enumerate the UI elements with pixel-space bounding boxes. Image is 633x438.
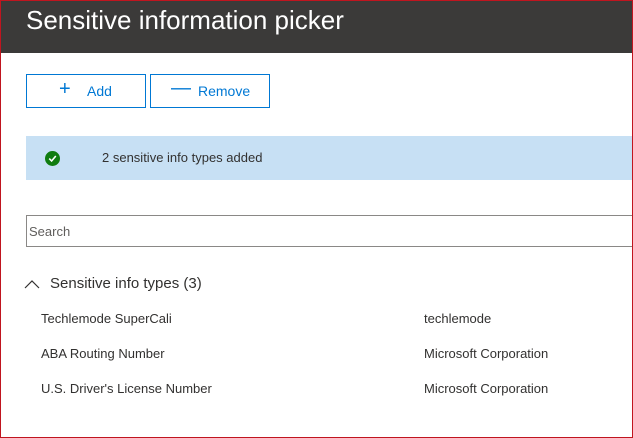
add-button[interactable]: + Add — [26, 74, 146, 108]
remove-button-label: Remove — [198, 83, 251, 99]
check-circle-icon — [45, 151, 60, 166]
chevron-up-icon — [24, 276, 40, 294]
status-banner: 2 sensitive info types added — [26, 136, 633, 180]
list-item[interactable]: Techlemode SuperCali techlemode — [0, 306, 633, 334]
minus-icon: — — [171, 77, 191, 99]
item-name: U.S. Driver's License Number — [41, 381, 212, 396]
search-input[interactable] — [26, 215, 633, 247]
item-name: Techlemode SuperCali — [41, 311, 172, 326]
item-name: ABA Routing Number — [41, 346, 165, 361]
remove-button[interactable]: — Remove — [150, 74, 270, 108]
status-banner-text: 2 sensitive info types added — [102, 150, 263, 165]
title-bar: Sensitive information picker — [0, 0, 633, 53]
item-publisher: techlemode — [424, 311, 492, 326]
item-publisher: Microsoft Corporation — [424, 381, 549, 396]
plus-icon: + — [59, 78, 71, 100]
item-publisher: Microsoft Corporation — [424, 346, 549, 361]
page-title: Sensitive information picker — [26, 5, 344, 35]
list-item[interactable]: ABA Routing Number Microsoft Corporation — [0, 341, 633, 369]
list-item[interactable]: U.S. Driver's License Number Microsoft C… — [0, 376, 633, 404]
group-label: Sensitive info types (3) — [50, 275, 202, 292]
add-button-label: Add — [87, 83, 112, 99]
